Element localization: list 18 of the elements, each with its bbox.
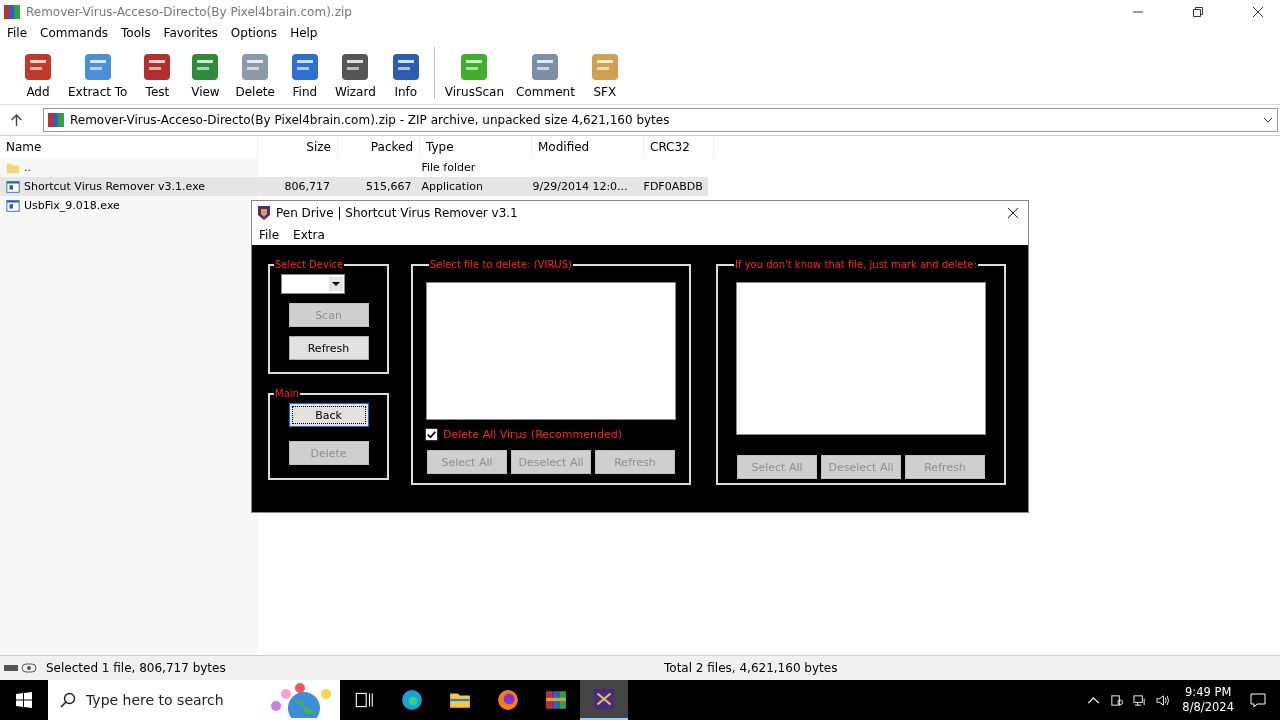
modified-date: 9/29/2014 12:0... bbox=[532, 180, 628, 193]
file-name: .. bbox=[24, 161, 31, 174]
group-title: Select Device bbox=[274, 259, 345, 270]
dialog-title: Pen Drive | Shortcut Virus Remover v3.1 bbox=[276, 206, 518, 220]
file-type: Application bbox=[421, 180, 483, 193]
crc-value: FDF0ABDB bbox=[643, 180, 703, 193]
group-title: Select file to delete: (VIRUS) bbox=[429, 259, 573, 270]
file-size: 806,717 bbox=[284, 180, 331, 193]
status-text: Total 2 files, 4,621,160 bytes bbox=[664, 661, 838, 675]
file-name: UsbFix_9.018.exe bbox=[24, 199, 120, 212]
checkbox-label: Delete All Virus (Recommended) bbox=[443, 428, 622, 441]
group-title: If you don't know that file, just mark and delete: bbox=[734, 259, 978, 270]
file-type: File folder bbox=[421, 161, 476, 174]
window-title: Remover-Virus-Acceso-Directo(By Pixel4brain.com).zip bbox=[26, 5, 352, 19]
packed-size: 515,667 bbox=[365, 180, 412, 193]
group-title: Main bbox=[274, 388, 300, 399]
file-name: Shortcut Virus Remover v3.1.exe bbox=[24, 180, 206, 193]
status-text: Selected 1 file, 806,717 bytes bbox=[46, 661, 227, 675]
